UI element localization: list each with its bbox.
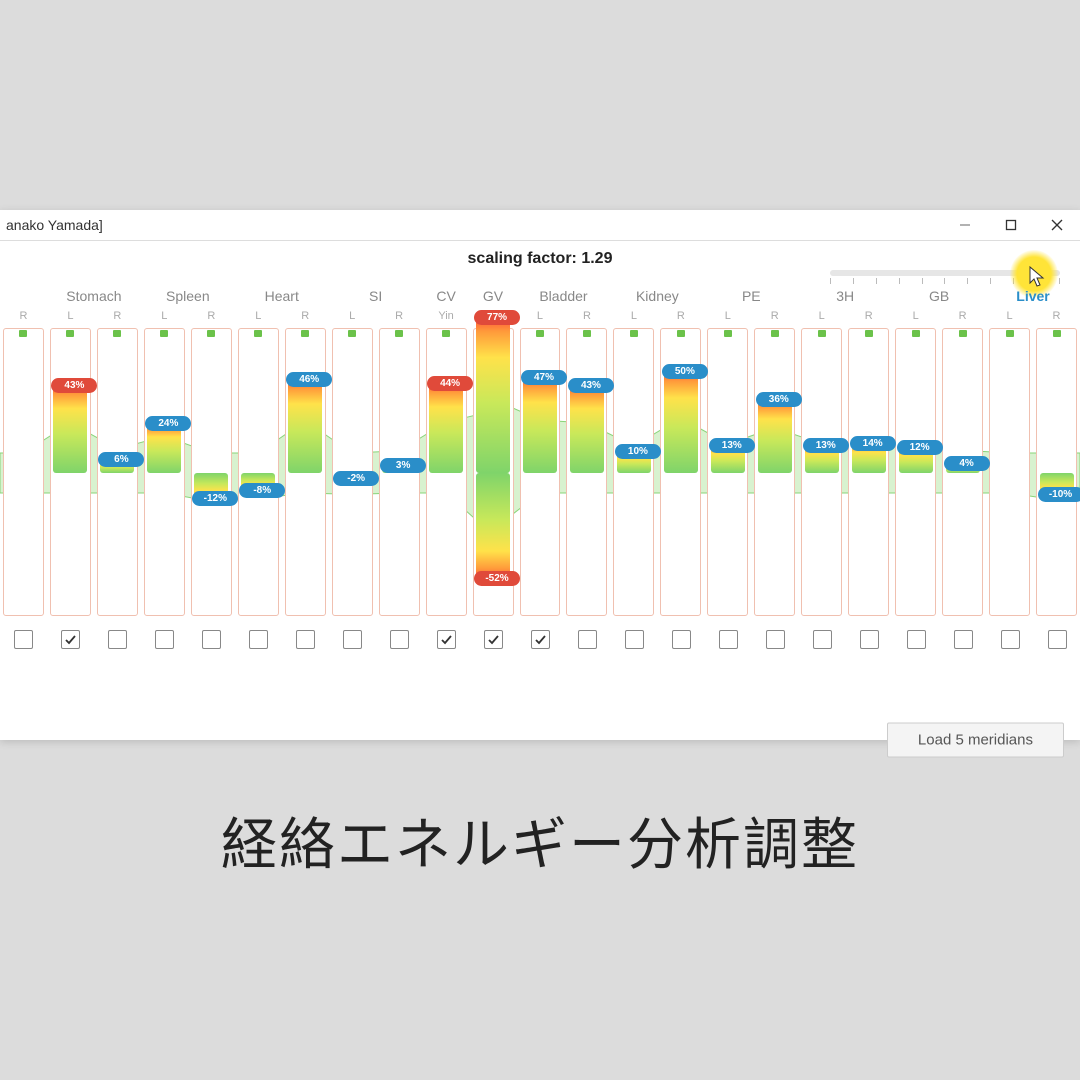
column-checkbox[interactable] xyxy=(954,630,973,649)
value-bar xyxy=(523,379,557,473)
value-pill: 50% xyxy=(662,364,708,379)
column-checkbox[interactable] xyxy=(202,630,221,649)
value-pill: 77% xyxy=(474,310,520,325)
column-checkbox[interactable] xyxy=(766,630,785,649)
value-bar xyxy=(147,425,181,473)
value-pill: 43% xyxy=(51,378,97,393)
value-pill: -52% xyxy=(474,571,520,586)
maximize-button[interactable] xyxy=(988,210,1034,240)
value-pill: 13% xyxy=(803,438,849,453)
value-pill: 3% xyxy=(380,458,426,473)
close-button[interactable] xyxy=(1034,210,1080,240)
value-bar xyxy=(664,373,698,473)
meridian-header[interactable]: PE xyxy=(704,288,798,304)
value-pill: 46% xyxy=(286,372,332,387)
column-checkbox[interactable] xyxy=(14,630,33,649)
column-checkbox[interactable] xyxy=(813,630,832,649)
meridian-chart: StomachSpleenHeartSICVGVBladderKidneyPE3… xyxy=(0,288,1080,658)
meridian-header[interactable]: Liver xyxy=(986,288,1080,304)
column-checkbox[interactable] xyxy=(61,630,80,649)
value-pill: 12% xyxy=(897,440,943,455)
minimize-button[interactable] xyxy=(942,210,988,240)
column-checkbox[interactable] xyxy=(296,630,315,649)
value-bar xyxy=(288,381,322,473)
column-checkbox[interactable] xyxy=(484,630,503,649)
bars-layer: 43%6%24%-12%-8%46%-2%3%44%77%-52%47%43%1… xyxy=(0,328,1080,618)
value-bar xyxy=(570,387,604,473)
cursor-icon xyxy=(1028,265,1046,289)
meridian-header[interactable]: Heart xyxy=(235,288,329,304)
column-checkbox[interactable] xyxy=(1001,630,1020,649)
value-pill: 13% xyxy=(709,438,755,453)
meridian-header[interactable]: Spleen xyxy=(141,288,235,304)
value-pill: 6% xyxy=(98,452,144,467)
value-bar xyxy=(476,473,510,577)
value-bar xyxy=(476,319,510,473)
value-bar xyxy=(758,401,792,473)
column-checkbox[interactable] xyxy=(155,630,174,649)
value-pill: 44% xyxy=(427,376,473,391)
column-checkbox[interactable] xyxy=(625,630,644,649)
column-checkbox[interactable] xyxy=(860,630,879,649)
value-pill: 24% xyxy=(145,416,191,431)
meridian-header[interactable]: 3H xyxy=(798,288,892,304)
column-checkbox[interactable] xyxy=(343,630,362,649)
value-pill: -8% xyxy=(239,483,285,498)
column-checkbox[interactable] xyxy=(672,630,691,649)
value-pill: 14% xyxy=(850,436,896,451)
meridian-header[interactable]: GV xyxy=(470,288,517,304)
column-checkbox[interactable] xyxy=(531,630,550,649)
window-title: anako Yamada] xyxy=(6,217,103,233)
meridian-header[interactable]: SI xyxy=(329,288,423,304)
meridian-header[interactable]: Stomach xyxy=(47,288,141,304)
column-checkbox[interactable] xyxy=(1048,630,1067,649)
value-bar xyxy=(53,387,87,473)
load-meridians-button[interactable]: Load 5 meridians xyxy=(887,723,1064,758)
column-checkbox[interactable] xyxy=(390,630,409,649)
meridian-header[interactable]: GB xyxy=(892,288,986,304)
value-pill: 36% xyxy=(756,392,802,407)
checkbox-row xyxy=(0,630,1080,652)
app-window: anako Yamada] scaling factor: 1.29 Stoma… xyxy=(0,210,1080,740)
column-checkbox[interactable] xyxy=(578,630,597,649)
value-pill: -2% xyxy=(333,471,379,486)
column-checkbox[interactable] xyxy=(108,630,127,649)
column-checkbox[interactable] xyxy=(437,630,456,649)
value-pill: 4% xyxy=(944,456,990,471)
titlebar: anako Yamada] xyxy=(0,210,1080,241)
value-pill: 43% xyxy=(568,378,614,393)
meridian-headers: StomachSpleenHeartSICVGVBladderKidneyPE3… xyxy=(0,288,1080,308)
value-bar xyxy=(429,385,463,473)
value-pill: 47% xyxy=(521,370,567,385)
column-checkbox[interactable] xyxy=(249,630,268,649)
column-checkbox[interactable] xyxy=(719,630,738,649)
value-pill: -12% xyxy=(192,491,238,506)
column-checkbox[interactable] xyxy=(907,630,926,649)
meridian-header[interactable]: Kidney xyxy=(610,288,704,304)
window-buttons xyxy=(942,210,1080,240)
meridian-header[interactable]: CV xyxy=(423,288,470,304)
value-pill: -10% xyxy=(1038,487,1080,502)
meridian-header[interactable]: Bladder xyxy=(517,288,611,304)
value-pill: 10% xyxy=(615,444,661,459)
caption: 経絡エネルギー分析調整 xyxy=(0,800,1080,881)
